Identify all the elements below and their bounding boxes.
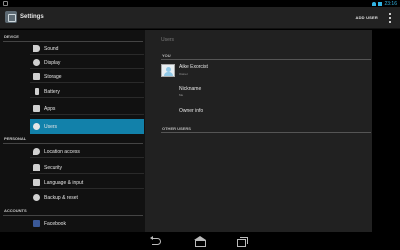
sidebar-item-sound[interactable]: Sound xyxy=(30,42,144,55)
sidebar-item-label: Language & input xyxy=(44,180,84,186)
sidebar-item-label: Battery xyxy=(44,89,60,95)
nickname-value: Me xyxy=(179,93,184,97)
sidebar-item-security[interactable]: Security xyxy=(30,161,144,174)
clock: 23:16 xyxy=(384,0,397,7)
sidebar-item-users[interactable]: Users xyxy=(30,119,144,134)
overflow-menu-icon[interactable] xyxy=(389,13,392,23)
storage-icon xyxy=(33,73,40,80)
user-name: Aike Exorcist xyxy=(179,64,208,70)
settings-app-icon[interactable] xyxy=(5,11,17,23)
section-divider xyxy=(161,132,371,133)
section-header-you: YOU xyxy=(162,53,171,58)
sidebar-item-display[interactable]: Display xyxy=(30,56,144,69)
sidebar-item-battery[interactable]: Battery xyxy=(30,85,144,98)
sidebar-item-label: Backup & reset xyxy=(44,195,78,201)
sidebar-item-label: Display xyxy=(44,60,61,66)
section-header-other-users: OTHER USERS xyxy=(162,126,191,131)
lock-icon xyxy=(33,164,40,171)
users-panel: Users YOU Aike Exorcist Owner Nickname M… xyxy=(145,30,372,232)
page-title: Users xyxy=(161,37,175,43)
sidebar-item-label: Apps xyxy=(44,106,56,112)
owner-info-item[interactable]: Owner info xyxy=(179,108,203,114)
sidebar-item-storage[interactable]: Storage xyxy=(30,70,144,83)
home-icon[interactable] xyxy=(193,236,207,247)
status-icons: 23:16 xyxy=(372,0,397,7)
sidebar-item-label: Security xyxy=(44,165,63,171)
battery-icon xyxy=(35,88,39,95)
sidebar-item-label: Users xyxy=(44,124,58,130)
volume-icon xyxy=(33,45,40,52)
section-divider xyxy=(161,59,371,60)
section-divider xyxy=(3,215,143,216)
right-gutter xyxy=(372,30,400,232)
section-divider xyxy=(3,143,143,144)
wifi-icon xyxy=(372,1,377,6)
action-bar: Settings ADD USER xyxy=(0,7,400,29)
sidebar-item-language-input[interactable]: Language & input xyxy=(30,176,144,189)
app-title: Settings xyxy=(20,14,44,20)
facebook-icon xyxy=(33,220,40,227)
settings-sidebar: DEVICE Sound Display Storage Battery App… xyxy=(0,30,145,232)
user-role: Owner xyxy=(179,72,188,76)
add-user-button[interactable]: ADD USER xyxy=(356,15,379,20)
sidebar-item-label: Location access xyxy=(44,149,80,155)
sidebar-item-label: Sound xyxy=(44,46,59,52)
nickname-label: Nickname xyxy=(179,86,202,92)
sidebar-item-apps[interactable]: Apps xyxy=(30,102,144,115)
sidebar-item-facebook[interactable]: Facebook xyxy=(30,217,144,230)
display-icon xyxy=(33,59,40,66)
sidebar-item-label: Storage xyxy=(44,74,62,80)
apps-icon xyxy=(33,105,40,112)
navigation-bar xyxy=(0,232,400,250)
recent-apps-icon[interactable] xyxy=(235,236,249,247)
sidebar-item-location-access[interactable]: Location access xyxy=(30,145,144,158)
language-icon xyxy=(33,179,40,186)
battery-status-icon xyxy=(378,1,383,6)
status-bar: 23:16 xyxy=(0,0,400,7)
users-icon xyxy=(33,123,40,130)
location-icon xyxy=(33,148,40,155)
back-icon[interactable] xyxy=(150,236,164,246)
avatar xyxy=(161,64,175,77)
screenshot-notification-icon xyxy=(3,1,8,6)
backup-icon xyxy=(33,194,40,201)
sidebar-item-label: Facebook xyxy=(44,221,66,227)
sidebar-item-backup-reset[interactable]: Backup & reset xyxy=(30,191,144,204)
